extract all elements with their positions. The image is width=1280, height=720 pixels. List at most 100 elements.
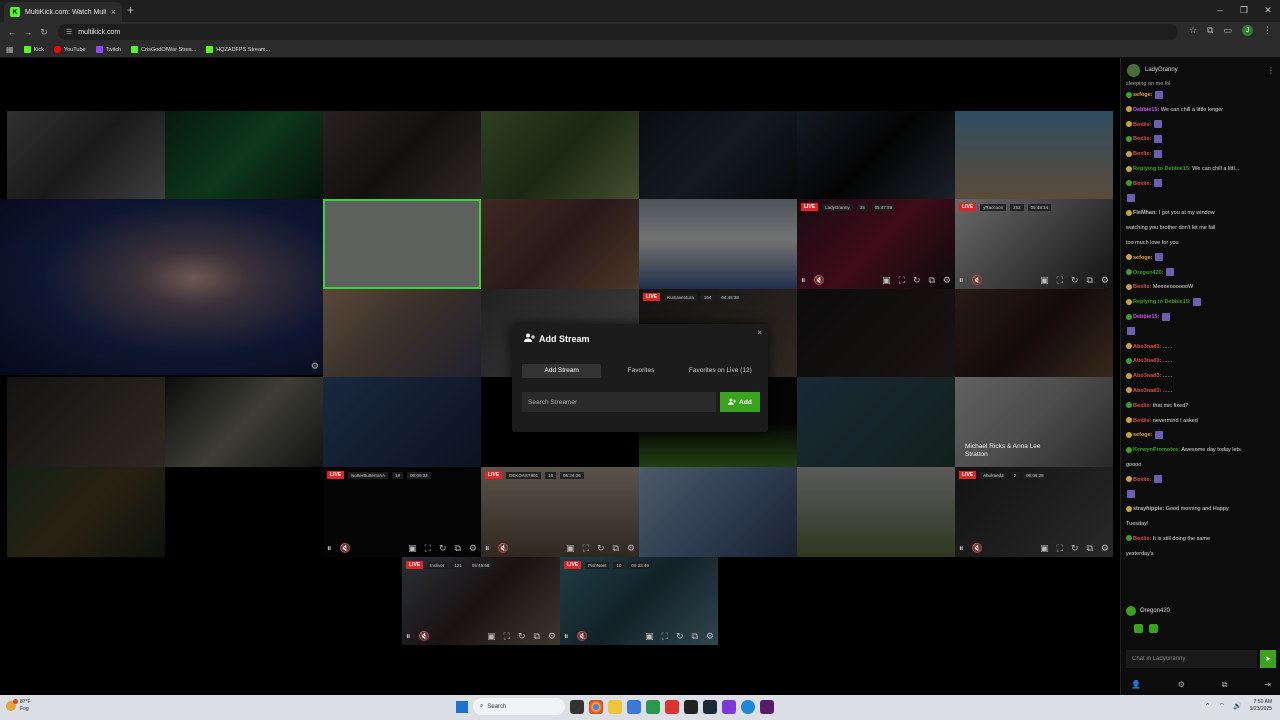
- streamer-name[interactable]: Kumaventura: [664, 293, 697, 301]
- clock[interactable]: 7:50 AM 9/23/2025: [1250, 699, 1272, 713]
- pip-icon[interactable]: ▣: [882, 275, 891, 286]
- streamer-name[interactable]: PishNoet: [585, 561, 610, 569]
- chat-username[interactable]: Boxlie:: [1133, 403, 1151, 409]
- extensions-icon[interactable]: ⧉: [1207, 25, 1213, 36]
- chat-username[interactable]: Replying to Debbie15:: [1133, 299, 1191, 305]
- mute-icon[interactable]: 🔇: [972, 543, 983, 554]
- stream-tile[interactable]: LIVE Abolraed3 2 00:06:28 ⏸ 🔇 ▣ ⛶ ↻ ⧉ ⚙: [955, 467, 1113, 557]
- browser-tab[interactable]: K MultiKick.com: Watch Multiple ×: [4, 2, 122, 22]
- pause-icon[interactable]: ⏸: [959, 543, 964, 554]
- url-field[interactable]: ☰ multikick.com: [58, 24, 1178, 40]
- stream-tile[interactable]: [797, 289, 955, 377]
- settings-icon[interactable]: ⚙: [311, 361, 319, 372]
- stream-tile[interactable]: [7, 111, 165, 199]
- sidebar-icon[interactable]: ▭: [1223, 25, 1232, 36]
- stream-tile[interactable]: [7, 467, 165, 557]
- pause-icon[interactable]: ⏸: [485, 543, 490, 554]
- settings-icon[interactable]: ⚙: [706, 631, 714, 642]
- stream-tile[interactable]: LIVE Incliver 121 05:45:58 ⏸ 🔇 ▣ ⛶ ↻ ⧉ ⚙: [402, 557, 560, 645]
- mute-icon[interactable]: 🔇: [972, 275, 983, 286]
- chat-username[interactable]: Abo3nad3:: [1133, 388, 1161, 394]
- fullscreen-icon[interactable]: ⛶: [583, 543, 589, 554]
- bookmark-hqzadfps[interactable]: HQZADFPS Stream...: [206, 46, 270, 53]
- stream-tile[interactable]: [481, 111, 639, 199]
- stream-tile[interactable]: LIVE yRaccoon 252 05:48:34 ⏸ 🔇 ▣ ⛶ ↻ ⧉ ⚙: [955, 199, 1113, 289]
- stream-tile[interactable]: [797, 111, 955, 199]
- profile-avatar[interactable]: J: [1242, 25, 1253, 36]
- stream-tile[interactable]: [639, 467, 797, 557]
- network-icon[interactable]: ⌔: [1218, 702, 1225, 711]
- stream-tile[interactable]: [165, 377, 323, 467]
- edge-icon[interactable]: [741, 699, 755, 714]
- mute-icon[interactable]: 🔇: [340, 543, 351, 554]
- stream-tile[interactable]: [639, 199, 797, 289]
- apps-icon[interactable]: ▦: [6, 45, 14, 54]
- chat-username[interactable]: Boxlie:: [1133, 477, 1151, 483]
- pause-icon[interactable]: ⏸: [406, 631, 411, 642]
- file-explorer-icon[interactable]: [608, 699, 622, 714]
- tab-favorites-live[interactable]: Favorites on Live (12): [681, 364, 760, 378]
- app-icon[interactable]: [760, 699, 774, 714]
- streamer-name[interactable]: NotterButterInAA: [348, 471, 389, 479]
- stream-tile[interactable]: LIVE NotterButterInAA 18 00:00:33 ⏸ 🔇 ▣ ⛶ ↻ ⧉ ⚙: [323, 467, 481, 557]
- settings-icon[interactable]: ⚙: [1178, 680, 1185, 690]
- weather-widget[interactable]: 87°F Fog: [6, 699, 31, 713]
- maximize-button[interactable]: ❐: [1232, 0, 1256, 22]
- bookmark-kick[interactable]: Kick: [23, 46, 44, 53]
- search-streamer-input[interactable]: [522, 392, 716, 412]
- modal-close-icon[interactable]: ×: [757, 328, 762, 337]
- popout-icon[interactable]: ⧉: [533, 631, 539, 642]
- pause-icon[interactable]: ⏸: [327, 543, 332, 554]
- app-icon[interactable]: [646, 699, 660, 714]
- fullscreen-icon[interactable]: ⛶: [1057, 543, 1063, 554]
- bookmark-twitch[interactable]: Twitch: [95, 46, 121, 53]
- settings-icon[interactable]: ⚙: [1101, 275, 1109, 286]
- reload-stream-icon[interactable]: ↻: [913, 275, 921, 286]
- chat-username[interactable]: Abo3nad3:: [1133, 358, 1161, 364]
- settings-icon[interactable]: ⚙: [548, 631, 556, 642]
- task-view-icon[interactable]: [570, 699, 584, 714]
- streamer-name[interactable]: LadyGranny: [822, 203, 853, 211]
- settings-icon[interactable]: ⚙: [1101, 543, 1109, 554]
- stream-tile[interactable]: LIVE DEKOAST801 16 05:24:06 ⏸ 🔇 ▣ ⛶ ↻ ⧉ ⚙: [481, 467, 639, 557]
- stream-tile[interactable]: Michael Ricks & Anna Lee Stratton: [955, 377, 1113, 467]
- pip-icon[interactable]: ▣: [487, 631, 496, 642]
- stream-tile[interactable]: [797, 377, 955, 467]
- settings-icon[interactable]: ⚙: [627, 543, 635, 554]
- stream-tile[interactable]: [955, 289, 1113, 377]
- chat-username[interactable]: Boxlie:: [1133, 536, 1151, 542]
- add-button[interactable]: Add: [720, 392, 760, 412]
- bookmark-youtube[interactable]: YouTube: [53, 46, 86, 53]
- stream-tile[interactable]: [323, 377, 481, 467]
- stream-tile[interactable]: [165, 111, 323, 199]
- tab-favorites[interactable]: Favorites: [601, 364, 680, 378]
- chat-username[interactable]: strayhippie:: [1133, 506, 1164, 512]
- chat-username[interactable]: Boxlie:: [1133, 136, 1151, 142]
- add-user-icon[interactable]: 👤: [1131, 680, 1141, 690]
- fullscreen-icon[interactable]: ⛶: [662, 631, 668, 642]
- chat-username[interactable]: Boxlie:: [1133, 151, 1151, 157]
- reload-stream-icon[interactable]: ↻: [518, 631, 526, 642]
- app-icon[interactable]: [665, 699, 679, 714]
- pip-icon[interactable]: ▣: [645, 631, 654, 642]
- popout-chat-icon[interactable]: ⧉: [1222, 680, 1228, 690]
- bookmark-star-icon[interactable]: ☆: [1189, 25, 1197, 36]
- pip-icon[interactable]: ▣: [1040, 275, 1049, 286]
- pip-icon[interactable]: ▣: [1040, 543, 1049, 554]
- stream-tile[interactable]: [955, 111, 1113, 199]
- stream-tile[interactable]: LIVE LadyGranny 33 05:47:59 ⏸ 🔇 ▣ ⛶ ↻ ⧉ ⚙: [797, 199, 955, 289]
- stream-tile[interactable]: LIVE PishNoet 10 00:33:49 ⏸ 🔇 ▣ ⛶ ↻ ⧉ ⚙: [560, 557, 718, 645]
- chat-username[interactable]: FleMhan:: [1133, 210, 1157, 216]
- popout-icon[interactable]: ⧉: [928, 275, 934, 286]
- stream-tile[interactable]: [797, 467, 955, 557]
- streamer-name[interactable]: yRaccoon: [980, 203, 1007, 211]
- reload-stream-icon[interactable]: ↻: [1071, 275, 1079, 286]
- pause-icon[interactable]: ⏸: [564, 631, 569, 642]
- volume-icon[interactable]: 🔊: [1233, 702, 1242, 710]
- pause-icon[interactable]: ⏸: [801, 275, 806, 286]
- pip-icon[interactable]: ▣: [566, 543, 575, 554]
- app-icon[interactable]: [722, 699, 736, 714]
- chat-username[interactable]: Debbie15:: [1133, 314, 1159, 320]
- chat-username[interactable]: Abo3nad3:: [1133, 373, 1161, 379]
- close-window-button[interactable]: ✕: [1256, 0, 1280, 22]
